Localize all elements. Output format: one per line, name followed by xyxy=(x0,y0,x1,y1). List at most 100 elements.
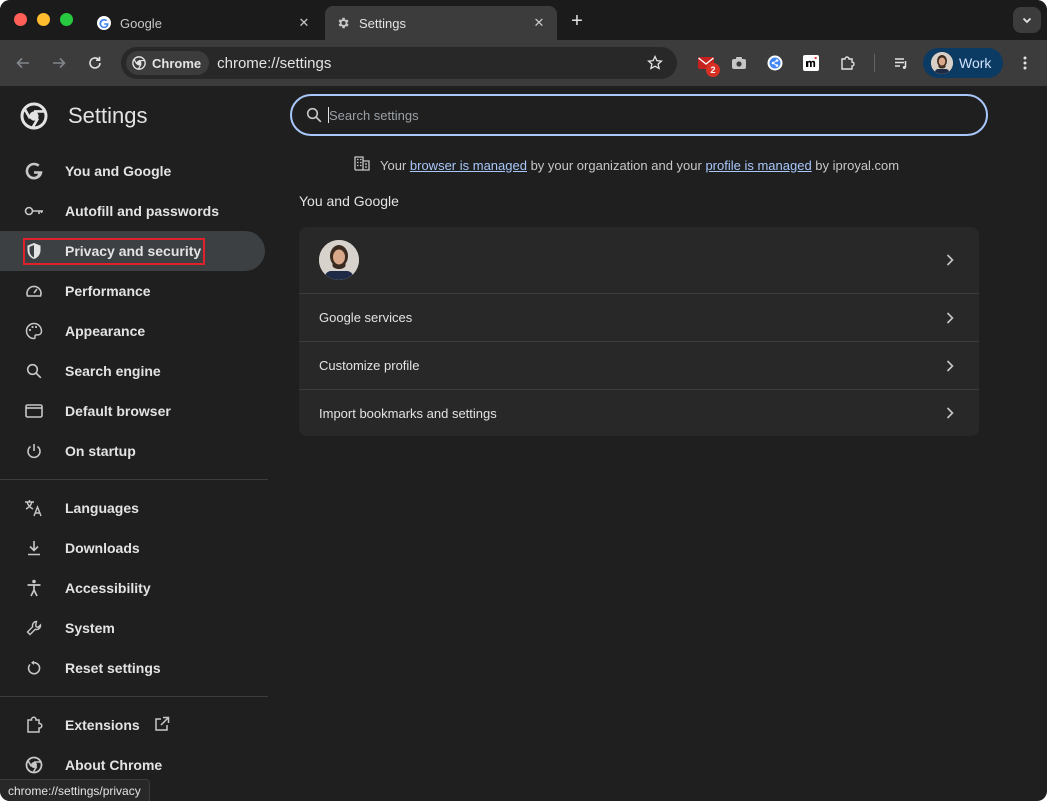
download-icon xyxy=(24,538,44,558)
sidebar-item-label: About Chrome xyxy=(65,757,163,773)
open-in-new-icon xyxy=(154,716,170,735)
window-zoom-button[interactable] xyxy=(60,13,73,26)
tab-search-button[interactable] xyxy=(1013,7,1041,33)
chrome-icon xyxy=(132,56,146,70)
sidebar-item-label: You and Google xyxy=(65,163,172,179)
page-title: Settings xyxy=(68,103,148,128)
sidebar-item-reset-settings[interactable]: Reset settings xyxy=(0,648,265,688)
sidebar-item-label: On startup xyxy=(65,443,136,459)
row-label: Google services xyxy=(319,310,413,325)
row-label: Import bookmarks and settings xyxy=(319,405,497,421)
sidebar-item-label: Appearance xyxy=(65,323,146,339)
chrome-logo-icon xyxy=(20,102,48,130)
chevron-right-icon xyxy=(943,406,957,420)
sidebar-item-label: Extensions xyxy=(65,717,140,733)
translate-icon xyxy=(24,498,44,518)
search-settings-input[interactable]: Search settings xyxy=(290,94,988,136)
import-bookmarks-row[interactable]: Import bookmarks and settings xyxy=(299,390,979,436)
arrow-right-icon xyxy=(53,57,66,69)
address-bar[interactable]: Chrome chrome://settings xyxy=(121,47,677,79)
chip-label: Chrome xyxy=(152,55,202,71)
tab-settings[interactable]: Settings ✕ xyxy=(325,6,557,40)
site-info-chip[interactable]: Chrome xyxy=(126,51,210,75)
sidebar-item-label: Default browser xyxy=(65,403,171,419)
row-label: Customize profile xyxy=(319,358,420,373)
forward-button[interactable] xyxy=(47,51,71,75)
settings-sidebar: Settings You and Google Autofill and pas… xyxy=(0,86,268,801)
sidebar-item-appearance[interactable]: Appearance xyxy=(0,311,265,351)
window-minimize-button[interactable] xyxy=(37,13,50,26)
google-icon xyxy=(96,15,112,31)
key-icon xyxy=(24,201,44,221)
sidebar-item-label: Autofill and passwords xyxy=(65,203,220,219)
tab-close-icon[interactable]: ✕ xyxy=(296,15,312,31)
sidebar-item-label: System xyxy=(65,620,115,636)
sidebar-item-autofill[interactable]: Autofill and passwords xyxy=(0,191,265,231)
profile-avatar xyxy=(931,52,953,74)
sidebar-item-label: Languages xyxy=(65,500,139,516)
search-placeholder: Search settings xyxy=(329,107,419,123)
account-avatar xyxy=(319,240,359,280)
sidebar-item-downloads[interactable]: Downloads xyxy=(0,528,265,568)
share-extension-button[interactable] xyxy=(763,51,787,75)
toolbar-separator xyxy=(874,54,875,72)
sidebar-item-you-and-google[interactable]: You and Google xyxy=(0,151,265,191)
toolbar: Chrome chrome://settings 2 Work xyxy=(0,40,1047,86)
browser-window: Google ✕ Settings ✕ + Chrome chrome://se… xyxy=(0,0,1047,801)
sidebar-item-system[interactable]: System xyxy=(0,608,265,648)
camera-icon xyxy=(732,57,746,69)
share-icon xyxy=(767,55,783,71)
settings-main: Search settings Your browser is managed … xyxy=(268,86,1047,801)
reload-button[interactable] xyxy=(83,51,107,75)
reading-list-button[interactable] xyxy=(889,51,913,75)
chrome-icon xyxy=(24,755,44,775)
sidebar-item-accessibility[interactable]: Accessibility xyxy=(0,568,265,608)
speedometer-icon xyxy=(24,281,44,301)
puzzle-icon xyxy=(24,715,44,735)
chevron-down-icon xyxy=(1022,17,1032,24)
highlight-box xyxy=(23,238,205,265)
sidebar-item-label: Reset settings xyxy=(65,660,161,676)
settings-header: Settings xyxy=(20,102,148,130)
tab-title: Settings xyxy=(359,15,406,31)
profile-label: Work xyxy=(959,55,992,71)
new-tab-button[interactable]: + xyxy=(565,9,589,33)
m-extension-button[interactable] xyxy=(799,51,823,75)
profile-managed-link[interactable]: profile is managed xyxy=(705,158,811,173)
chevron-right-icon xyxy=(943,253,957,267)
extensions-button[interactable] xyxy=(835,51,859,75)
sidebar-item-default-browser[interactable]: Default browser xyxy=(0,391,265,431)
wrench-icon xyxy=(24,618,44,638)
google-g-icon xyxy=(24,161,44,181)
menu-button[interactable] xyxy=(1013,51,1037,75)
account-row[interactable] xyxy=(299,227,979,293)
profile-button[interactable]: Work xyxy=(923,48,1003,78)
power-icon xyxy=(24,441,44,461)
palette-icon xyxy=(24,321,44,341)
tab-google[interactable]: Google ✕ xyxy=(86,6,322,40)
sidebar-item-extensions[interactable]: Extensions xyxy=(0,705,265,745)
tab-close-icon[interactable]: ✕ xyxy=(531,15,547,31)
sidebar-divider xyxy=(0,696,268,697)
bookmark-star-icon[interactable] xyxy=(641,49,669,77)
customize-profile-row[interactable]: Customize profile xyxy=(299,342,979,389)
window-close-button[interactable] xyxy=(14,13,27,26)
back-button[interactable] xyxy=(11,51,35,75)
google-services-row[interactable]: Google services xyxy=(299,294,979,341)
sidebar-divider xyxy=(0,479,268,480)
browser-window-icon xyxy=(24,401,44,421)
sidebar-item-performance[interactable]: Performance xyxy=(0,271,265,311)
mail-extension-button[interactable]: 2 xyxy=(694,51,720,77)
browser-managed-link[interactable]: browser is managed xyxy=(410,158,527,173)
url-text[interactable]: chrome://settings xyxy=(217,55,641,72)
puzzle-icon xyxy=(841,56,855,70)
sidebar-item-on-startup[interactable]: On startup xyxy=(0,431,265,471)
sidebar-item-search-engine[interactable]: Search engine xyxy=(0,351,265,391)
camera-extension-button[interactable] xyxy=(727,51,751,75)
reset-icon xyxy=(24,658,44,678)
you-and-google-card: Google services Customize profile Import… xyxy=(299,227,979,436)
arrow-left-icon xyxy=(16,57,29,69)
sidebar-item-languages[interactable]: Languages xyxy=(0,488,265,528)
managed-suffix: by iproyal.com xyxy=(811,157,900,173)
sidebar-item-label: Accessibility xyxy=(65,580,151,596)
